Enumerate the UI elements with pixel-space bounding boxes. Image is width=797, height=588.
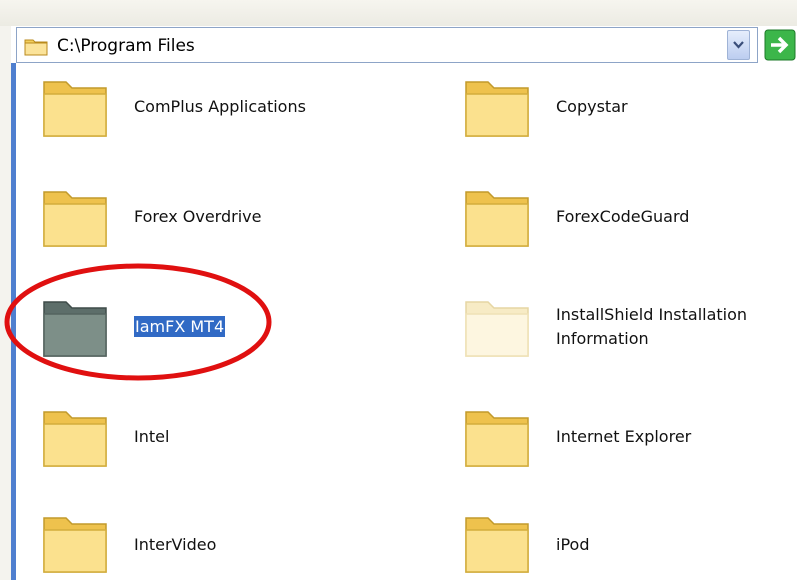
folder-item[interactable]: InterVideo [40,508,420,588]
folder-label: ForexCodeGuard [556,207,690,226]
folder-icon [43,81,107,137]
folder-icon [43,191,107,247]
folder-label: ComPlus Applications [134,97,306,116]
go-button[interactable] [762,27,797,63]
folder-item[interactable]: iPod [462,508,797,588]
left-pane-edge [0,26,11,580]
folder-item[interactable]: Forex Overdrive [40,182,420,262]
folder-label: Internet Explorer [556,427,692,446]
folder-item[interactable]: Intel [40,402,420,482]
folder-label: InterVideo [134,535,217,554]
folder-icon [43,411,107,467]
folder-label: iPod [556,535,590,554]
folder-label: Copystar [556,97,628,116]
selected-folder-name: IamFX MT4 [134,316,226,337]
folder-label: Forex Overdrive [134,207,262,226]
folder-item-selected[interactable]: IamFX MT4 [40,292,420,372]
left-pane-border [11,63,16,580]
address-bar[interactable]: C:\Program Files [16,27,758,63]
folder-icon [465,81,529,137]
folder-label: InstallShield Installation [556,305,748,324]
go-arrow-icon [764,29,796,61]
chevron-down-icon [733,41,744,49]
folder-icon [24,39,48,56]
folder-item[interactable]: Copystar [462,72,797,152]
folder-icon [465,191,529,247]
folder-item[interactable]: ComPlus Applications [40,72,420,152]
address-dropdown-button[interactable] [727,30,750,60]
folder-label-line2: Information [556,329,649,348]
folder-item[interactable]: ForexCodeGuard [462,182,797,262]
folder-label: IamFX MT4 [134,316,226,338]
address-path[interactable]: C:\Program Files [57,36,195,56]
folder-item[interactable]: Internet Explorer [462,402,797,482]
window-top-strip [0,0,797,26]
folder-label: Intel [134,427,170,446]
folder-item-hidden[interactable]: InstallShield Installation Information [462,292,797,372]
folder-icon [43,517,107,573]
folder-icon [465,411,529,467]
folder-icon [465,301,529,357]
folder-icon [43,301,107,357]
folder-icon [465,517,529,573]
